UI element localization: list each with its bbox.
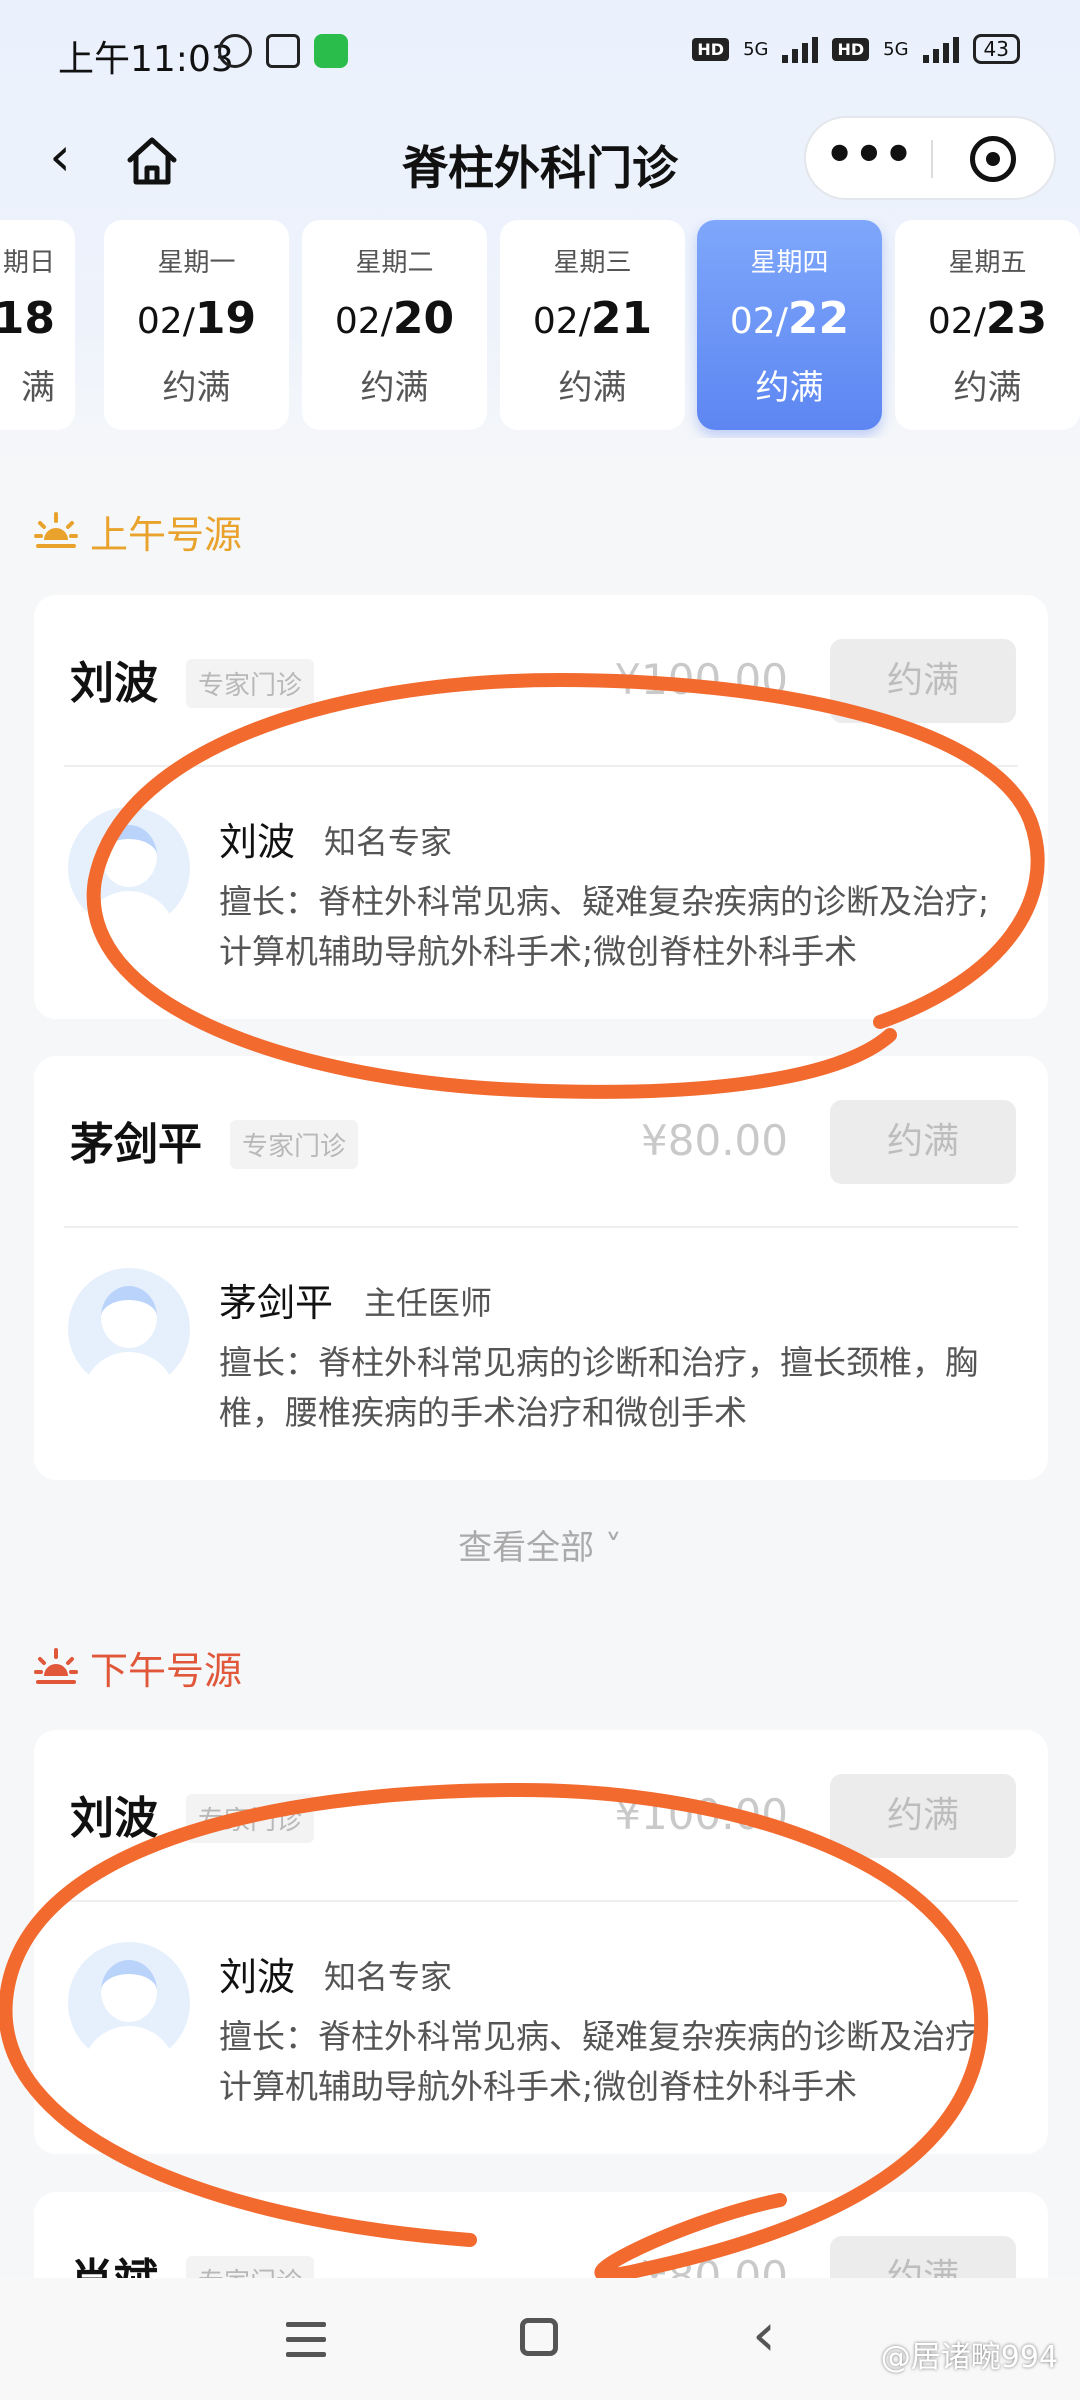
book-button[interactable]: 约满	[830, 1774, 1016, 1858]
doctor-card-header: 茅剑平 专家门诊 ¥80.00 约满	[34, 1056, 1048, 1226]
book-button[interactable]: 约满	[830, 639, 1016, 723]
doctor-card[interactable]: 茅剑平 专家门诊 ¥80.00 约满 茅剑平 主任医师 擅长：脊柱外科常见病的诊…	[34, 1056, 1048, 1480]
more-icon[interactable]: •••	[806, 118, 932, 198]
home-square-icon[interactable]	[520, 2318, 558, 2356]
status-icons-right: HD 5G HD 5G 43	[692, 34, 1020, 64]
status-time: 上午11:03	[58, 39, 234, 80]
doctor-name: 茅剑平	[70, 1119, 202, 1170]
signal-icon	[782, 35, 819, 63]
doctor-name: 刘波	[70, 658, 158, 709]
network-label: 5G	[743, 38, 769, 60]
date-status: 满	[21, 368, 55, 408]
doctor-name: 刘波	[219, 1955, 296, 1999]
date-day: 02/20	[334, 293, 455, 344]
wechat-icon	[314, 34, 348, 68]
date-tab[interactable]: 星期三 02/21 约满	[500, 220, 685, 430]
date-status: 约满	[953, 368, 1022, 408]
hd-icon: HD	[692, 37, 730, 61]
clinic-type-tag: 专家门诊	[230, 1120, 359, 1169]
date-status: 约满	[755, 368, 824, 408]
price: ¥100.00	[614, 1790, 788, 1839]
doctor-info: 刘波 知名专家 擅长：脊柱外科常见病、疑难复杂疾病的诊断及治疗;计算机辅助导航外…	[34, 1900, 1048, 2154]
doctor-name: 刘波	[70, 1793, 158, 1844]
date-status: 约满	[558, 368, 627, 408]
date-day: 02/19	[136, 293, 257, 344]
nfc-icon	[266, 34, 300, 68]
date-tab[interactable]: 星期二 02/20 约满	[302, 220, 487, 430]
doctor-card[interactable]: 刘波 专家门诊 ¥100.00 约满 刘波 知名专家 擅长：脊柱外科常见病、疑难…	[34, 595, 1048, 1019]
price: ¥100.00	[614, 655, 788, 704]
doctor-specialty: 擅长：脊柱外科常见病、疑难复杂疾病的诊断及治疗;计算机辅助导航外科手术;微创脊柱…	[219, 882, 990, 971]
doctor-card-header: 刘波 专家门诊 ¥100.00 约满	[34, 595, 1048, 765]
date-status: 约满	[162, 368, 231, 408]
page: 上午11:03 HD 5G HD 5G 43 ‹ 脊柱外科门诊 ••• 期日 1…	[0, 0, 1080, 2400]
date-weekday: 星期五	[948, 248, 1027, 278]
section-label: 上午号源	[90, 513, 243, 557]
doctor-title: 主任医师	[364, 1284, 493, 1322]
afternoon-section-header: 下午号源	[34, 1640, 242, 1695]
morning-section-header: 上午号源	[34, 504, 242, 559]
battery-icon: 43	[972, 34, 1020, 64]
doctor-specialty: 擅长：脊柱外科常见病、疑难复杂疾病的诊断及治疗;计算机辅助导航外科手术;微创脊柱…	[219, 2017, 990, 2106]
section-label: 下午号源	[90, 1649, 243, 1693]
doctor-avatar	[68, 1942, 190, 2064]
date-day: 18	[0, 293, 55, 344]
doctor-name: 茅剑平	[219, 1281, 334, 1325]
status-icons-left	[218, 34, 348, 68]
system-back-icon[interactable]: ‹	[752, 2300, 776, 2370]
doctor-card-header: 刘波 专家门诊 ¥100.00 约满	[34, 1730, 1048, 1900]
clinic-type-tag: 专家门诊	[186, 659, 315, 708]
doctor-info: 刘波 知名专家 擅长：脊柱外科常见病、疑难复杂疾病的诊断及治疗;计算机辅助导航外…	[34, 765, 1048, 1019]
date-day: 02/22	[729, 293, 850, 344]
signal-icon	[922, 35, 959, 63]
sunset-icon	[34, 1647, 78, 1684]
doctor-name: 刘波	[219, 820, 296, 864]
sunrise-icon	[34, 511, 78, 548]
date-tab-selected[interactable]: 星期四 02/22 约满	[697, 220, 882, 430]
date-status: 约满	[360, 368, 429, 408]
status-bar: 上午11:03 HD 5G HD 5G 43	[0, 0, 1080, 110]
watermark: @居诸畹994	[880, 2340, 1058, 2375]
doctor-specialty: 擅长：脊柱外科常见病的诊断和治疗，擅长颈椎，胸椎，腰椎疾病的手术治疗和微创手术	[219, 1343, 978, 1432]
view-all-button[interactable]: 查看全部 ˅	[0, 1520, 1080, 1569]
doctor-card[interactable]: 刘波 专家门诊 ¥100.00 约满 刘波 知名专家 擅长：脊柱外科常见病、疑难…	[34, 1730, 1048, 2154]
date-day: 02/23	[927, 293, 1048, 344]
doctor-title: 知名专家	[324, 823, 453, 861]
doctor-avatar	[68, 807, 190, 929]
system-nav-bar: ‹ @居诸畹994	[0, 2278, 1080, 2400]
network-label: 5G	[883, 38, 909, 60]
date-weekday: 期日	[2, 248, 55, 278]
alarm-icon	[218, 34, 252, 68]
nav-bar: ‹ 脊柱外科门诊 •••	[0, 110, 1080, 210]
date-weekday: 星期四	[750, 248, 829, 278]
date-weekday: 星期一	[157, 248, 236, 278]
doctor-avatar	[68, 1268, 190, 1390]
doctor-info: 茅剑平 主任医师 擅长：脊柱外科常见病的诊断和治疗，擅长颈椎，胸椎，腰椎疾病的手…	[34, 1226, 1048, 1480]
date-day: 02/21	[532, 293, 653, 344]
date-tab[interactable]: 星期一 02/19 约满	[104, 220, 289, 430]
clinic-type-tag: 专家门诊	[186, 1794, 315, 1843]
date-selector: 期日 18 满 星期一 02/19 约满 星期二 02/20 约满 星期三 02…	[0, 218, 1080, 438]
date-tab[interactable]: 星期五 02/23 约满	[895, 220, 1080, 430]
doctor-title: 知名专家	[324, 1958, 453, 1996]
close-miniprogram-icon[interactable]	[970, 136, 1016, 182]
date-weekday: 星期二	[355, 248, 434, 278]
book-button[interactable]: 约满	[830, 1100, 1016, 1184]
date-weekday: 星期三	[553, 248, 632, 278]
capsule-divider	[931, 140, 933, 178]
miniprogram-capsule: •••	[804, 116, 1056, 200]
menu-icon[interactable]	[286, 2322, 326, 2358]
date-tab[interactable]: 期日 18 满	[0, 220, 75, 430]
hd-icon: HD	[832, 37, 870, 61]
price: ¥80.00	[641, 1116, 788, 1165]
